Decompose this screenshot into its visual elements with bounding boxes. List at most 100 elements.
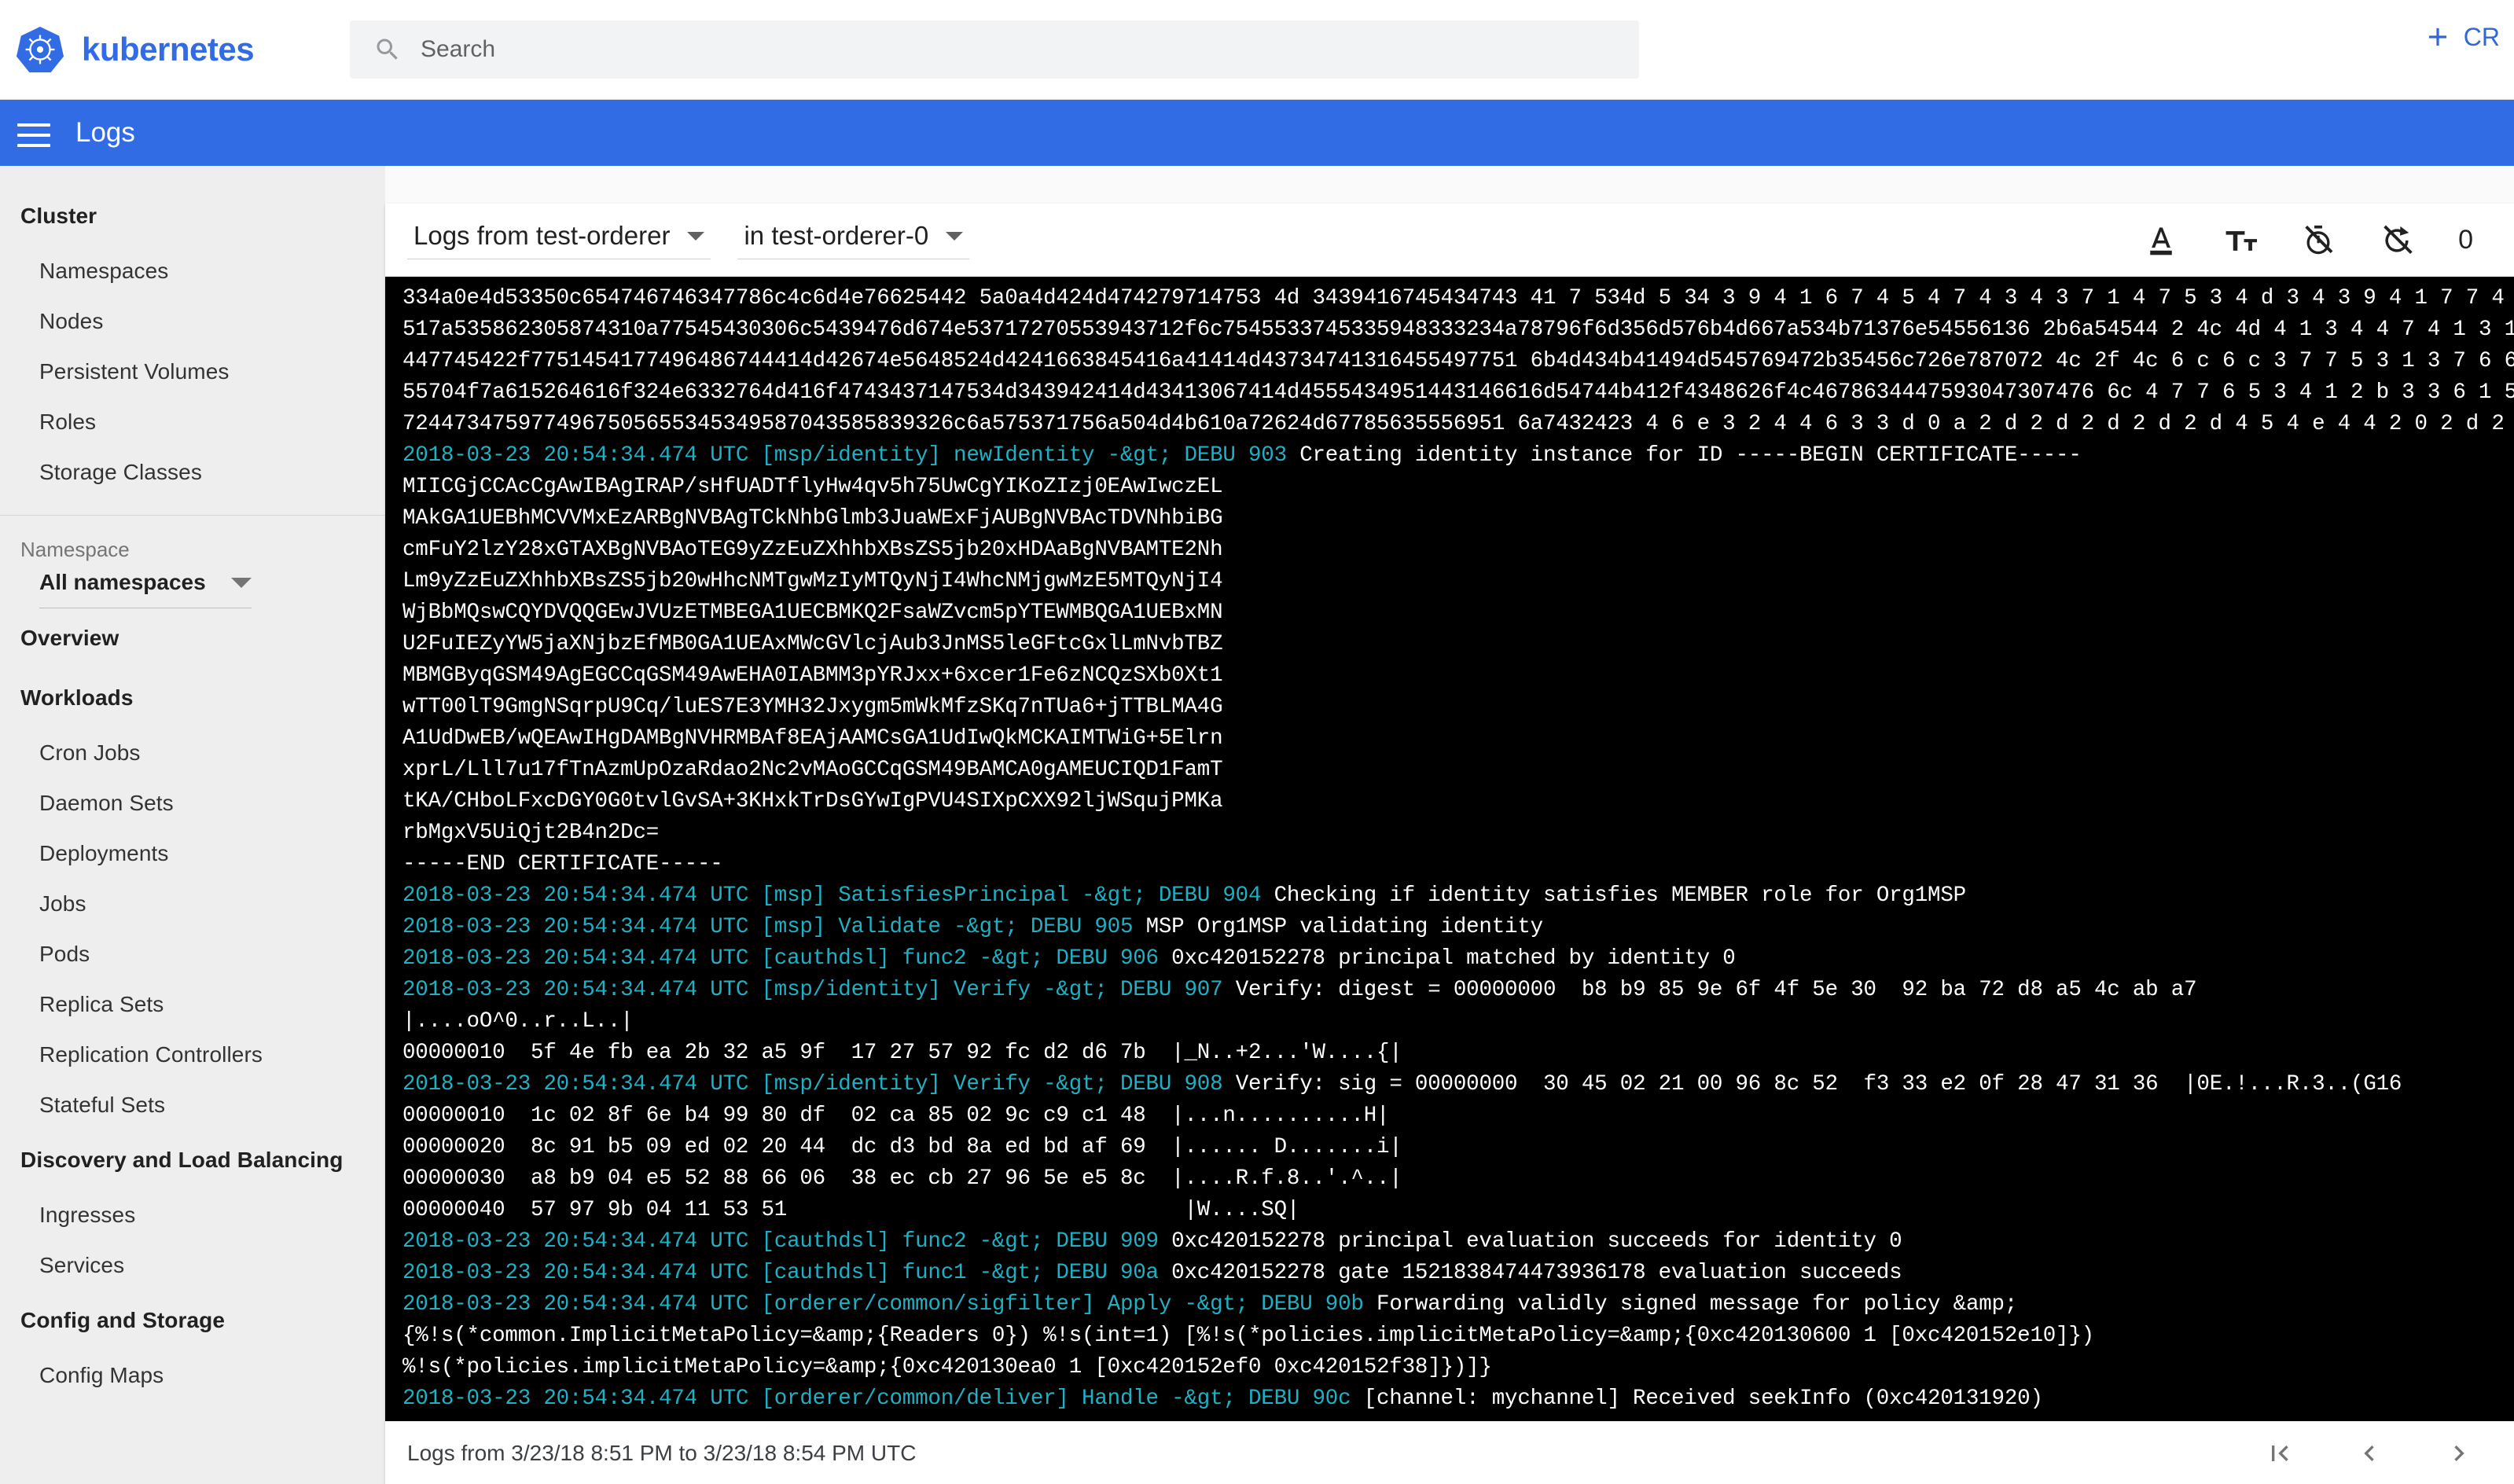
nav-heading-discovery: Discovery and Load Balancing bbox=[20, 1148, 344, 1172]
log-line-text: 00000010 1c 02 8f 6e b4 99 80 df 02 ca 8… bbox=[402, 1104, 1390, 1128]
first-page-icon[interactable] bbox=[2264, 1438, 2295, 1469]
sidebar-item-replica-sets[interactable]: Replica Sets bbox=[0, 979, 385, 1030]
log-line-text: [channel: mychannel] Received seekInfo (… bbox=[1363, 1387, 2043, 1411]
log-line: MBMGByqGSM49AgEGCCqGSM49AwEHA0IABMM3pYRJ… bbox=[402, 660, 2514, 692]
log-line-text: {%!s(*common.ImplicitMetaPolicy=&amp;{Re… bbox=[402, 1324, 2094, 1348]
sidebar-item-pods[interactable]: Pods bbox=[0, 929, 385, 979]
log-line: 2018-03-23 20:54:34.474 UTC [orderer/com… bbox=[402, 1289, 2514, 1321]
log-console[interactable]: 334a0e4d53350c654746746347786c4c6d4e7662… bbox=[385, 277, 2514, 1421]
log-line-text: 0xc420152278 gate 1521838474473936178 ev… bbox=[1171, 1261, 1902, 1285]
sidebar-item-config-maps[interactable]: Config Maps bbox=[0, 1350, 385, 1401]
log-line: 00000040 57 97 9b 04 11 53 51 |W....SQ| bbox=[402, 1195, 2514, 1226]
log-line: 7244734759774967505655345349587043585839… bbox=[402, 409, 2514, 440]
text-color-invert-icon[interactable] bbox=[2144, 223, 2178, 258]
log-line-text: tKA/CHboLFxcDGY0G0tvlGvSA+3KHxkTrDsGYwIg… bbox=[402, 789, 1223, 814]
log-line-text: 00000040 57 97 9b 04 11 53 51 |W....SQ| bbox=[402, 1198, 1300, 1222]
log-line-text: 0xc420152278 principal evaluation succee… bbox=[1171, 1229, 1902, 1254]
log-line: MIICGjCCAcCgAwIBAgIRAP/sHfUADTflyHw4qv5h… bbox=[402, 472, 2514, 503]
log-line: U2FuIEZyYW5jaXNjbzEfMB0GA1UEAxMWcGVlcjAu… bbox=[402, 629, 2514, 660]
sidebar-item-roles[interactable]: Roles bbox=[0, 397, 385, 447]
log-line: xprL/Lll7u17fTnAzmUpOzaRdao2Nc2vMAoGCCqG… bbox=[402, 755, 2514, 786]
create-button[interactable]: CR bbox=[2423, 22, 2514, 52]
font-size-icon[interactable] bbox=[2222, 223, 2258, 258]
log-line-text: WjBbMQswCQYDVQQGEwJVUzETMBEGA1UECBMKQ2Fs… bbox=[402, 601, 1223, 625]
search-bar[interactable] bbox=[350, 20, 1639, 79]
log-line: WjBbMQswCQYDVQQGEwJVUzETMBEGA1UECBMKQ2Fs… bbox=[402, 597, 2514, 629]
kubernetes-helm-wheel-icon bbox=[16, 26, 64, 73]
sidebar[interactable]: Cluster Namespaces Nodes Persistent Volu… bbox=[0, 166, 385, 1484]
chevron-down-icon bbox=[946, 231, 964, 241]
log-line: MAkGA1UEBhMCVVMxEzARBgNVBAgTCkNhbGlmb3Ju… bbox=[402, 503, 2514, 534]
chevron-down-icon bbox=[687, 231, 705, 241]
pod-select-label: Logs from test-orderer bbox=[413, 221, 671, 250]
log-line-text: 7244734759774967505655345349587043585839… bbox=[402, 412, 2514, 436]
log-line-text: A1UdDwEB/wQEAwIHgDAMBgNVHRMBAf8EAjAAMCsG… bbox=[402, 726, 1223, 751]
log-line-text: %!s(*policies.implicitMetaPolicy=&amp;{0… bbox=[402, 1355, 1492, 1379]
log-line-text: Verify: sig = 00000000 30 45 02 21 00 96… bbox=[1235, 1072, 2402, 1096]
log-line-meta: 2018-03-23 20:54:34.474 UTC [orderer/com… bbox=[402, 1292, 1377, 1317]
logs-card: Logs from test-orderer in test-orderer-0 bbox=[385, 204, 2514, 1484]
log-line: {%!s(*common.ImplicitMetaPolicy=&amp;{Re… bbox=[402, 1321, 2514, 1352]
nav-heading-workloads: Workloads bbox=[20, 685, 134, 710]
container-select[interactable]: in test-orderer-0 bbox=[737, 221, 970, 259]
log-line: 00000020 8c 91 b5 09 ed 02 20 44 dc d3 b… bbox=[402, 1132, 2514, 1163]
log-count: 0 bbox=[2458, 225, 2473, 255]
search-input[interactable] bbox=[421, 36, 1615, 63]
log-line: 2018-03-23 20:54:34.474 UTC [msp/identit… bbox=[402, 1069, 2514, 1100]
auto-refresh-off-icon[interactable] bbox=[2380, 223, 2414, 258]
sidebar-item-ingresses[interactable]: Ingresses bbox=[0, 1190, 385, 1240]
sidebar-item-stateful-sets[interactable]: Stateful Sets bbox=[0, 1080, 385, 1130]
log-time-range: Logs from 3/23/18 8:51 PM to 3/23/18 8:5… bbox=[407, 1440, 917, 1465]
next-page-icon[interactable] bbox=[2443, 1438, 2475, 1469]
log-line-text: wTT00lT9GmgNSqrpU9Cq/luES7E3YMH32Jxygm5m… bbox=[402, 695, 1223, 719]
log-line-text: 447745422f7751454177496486744414d42674e5… bbox=[402, 349, 2514, 373]
log-line: 2018-03-23 20:54:34.474 UTC [cauthdsl] f… bbox=[402, 1226, 2514, 1258]
log-line-text: -----END CERTIFICATE----- bbox=[402, 852, 723, 876]
chevron-down-icon bbox=[231, 577, 252, 588]
log-line: %!s(*policies.implicitMetaPolicy=&amp;{0… bbox=[402, 1352, 2514, 1383]
log-line: 00000030 a8 b9 04 e5 52 88 66 06 38 ec c… bbox=[402, 1163, 2514, 1195]
plus-icon bbox=[2428, 28, 2446, 46]
sidebar-item-nodes[interactable]: Nodes bbox=[0, 296, 385, 347]
log-line-text: MAkGA1UEBhMCVVMxEzARBgNVBAgTCkNhbGlmb3Ju… bbox=[402, 506, 1223, 531]
log-line: 2018-03-23 20:54:34.474 UTC [cauthdsl] f… bbox=[402, 1258, 2514, 1289]
log-line-meta: 2018-03-23 20:54:34.474 UTC [orderer/com… bbox=[402, 1387, 1364, 1411]
namespace-label: Namespace bbox=[20, 538, 130, 561]
log-line-meta: 2018-03-23 20:54:34.474 UTC [msp/identit… bbox=[402, 443, 1300, 468]
log-line: -----END CERTIFICATE----- bbox=[402, 849, 2514, 880]
log-line-text: 00000030 a8 b9 04 e5 52 88 66 06 38 ec c… bbox=[402, 1166, 1402, 1191]
sidebar-item-namespaces[interactable]: Namespaces bbox=[0, 246, 385, 296]
namespace-select-value: All namespaces bbox=[39, 570, 206, 594]
log-line-text: Lm9yZzEuZXhhbXBsZS5jb20wHhcNMTgwMzIyMTQy… bbox=[402, 569, 1223, 593]
previous-page-icon[interactable] bbox=[2354, 1438, 2385, 1469]
sidebar-item-overview[interactable]: Overview bbox=[0, 608, 385, 668]
logs-toolbar: Logs from test-orderer in test-orderer-0 bbox=[385, 204, 2514, 277]
sidebar-item-daemon-sets[interactable]: Daemon Sets bbox=[0, 778, 385, 828]
sidebar-item-cron-jobs[interactable]: Cron Jobs bbox=[0, 728, 385, 778]
page-title: Logs bbox=[75, 117, 135, 148]
namespace-select[interactable]: All namespaces bbox=[39, 570, 252, 608]
sidebar-item-persistent-volumes[interactable]: Persistent Volumes bbox=[0, 347, 385, 397]
log-line-meta: 2018-03-23 20:54:34.474 UTC [msp] Satisf… bbox=[402, 883, 1274, 908]
log-line: 334a0e4d53350c654746746347786c4c6d4e7662… bbox=[402, 283, 2514, 314]
log-line: 00000010 5f 4e fb ea 2b 32 a5 9f 17 27 5… bbox=[402, 1038, 2514, 1069]
log-line: A1UdDwEB/wQEAwIHgDAMBgNVHRMBAf8EAjAAMCsG… bbox=[402, 723, 2514, 755]
sidebar-item-replication-controllers[interactable]: Replication Controllers bbox=[0, 1030, 385, 1080]
brand-name: kubernetes bbox=[82, 31, 255, 68]
log-line: rbMgxV5UiQjt2B4n2Dc= bbox=[402, 817, 2514, 849]
log-line: 2018-03-23 20:54:34.474 UTC [orderer/com… bbox=[402, 1383, 2514, 1415]
brand[interactable]: kubernetes bbox=[0, 25, 330, 74]
sidebar-item-deployments[interactable]: Deployments bbox=[0, 828, 385, 879]
sidebar-item-storage-classes[interactable]: Storage Classes bbox=[0, 447, 385, 498]
toolbar-actions: 0 bbox=[2144, 223, 2478, 258]
log-line-text: 517a535862305874310a77545430306c5439476d… bbox=[402, 318, 2514, 342]
log-line-text: MSP Org1MSP validating identity bbox=[1145, 915, 1544, 939]
log-line-text: MBMGByqGSM49AgEGCCqGSM49AwEHA0IABMM3pYRJ… bbox=[402, 663, 1223, 688]
sidebar-item-jobs[interactable]: Jobs bbox=[0, 879, 385, 929]
pod-select[interactable]: Logs from test-orderer bbox=[407, 221, 711, 259]
log-line-text: Creating identity instance for ID -----B… bbox=[1299, 443, 2082, 468]
timestamp-off-icon[interactable] bbox=[2301, 223, 2336, 258]
sidebar-item-services[interactable]: Services bbox=[0, 1240, 385, 1291]
log-line-text: Verify: digest = 00000000 b8 b9 85 9e 6f… bbox=[1235, 978, 2197, 1002]
hamburger-menu-icon[interactable] bbox=[17, 116, 50, 149]
